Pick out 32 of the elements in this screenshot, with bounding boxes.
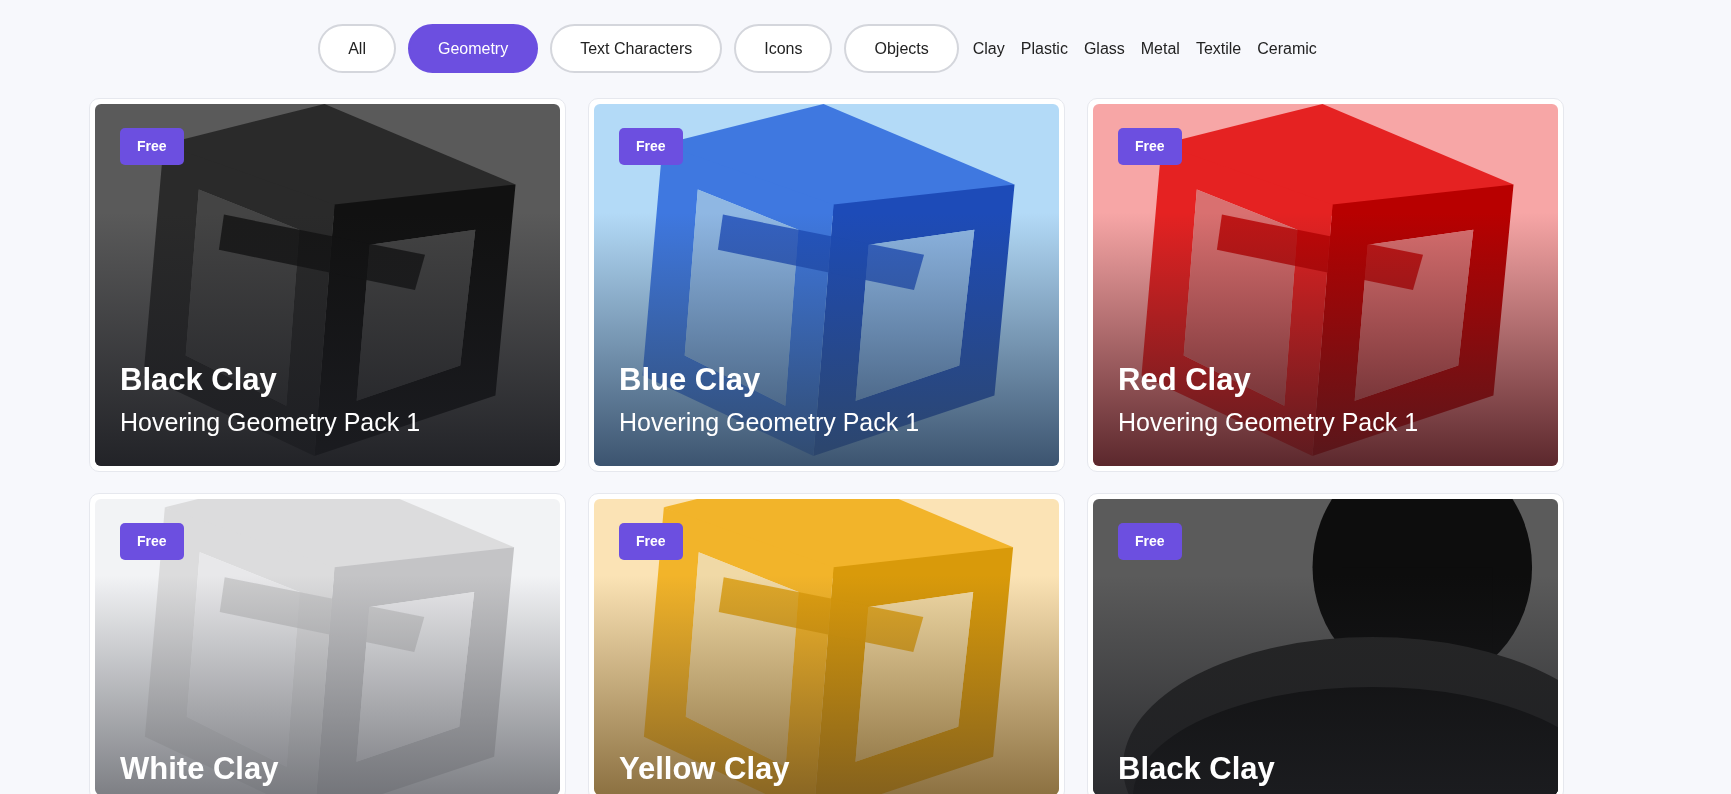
filter-link[interactable]: Clay <box>970 36 1007 61</box>
filter-pill[interactable]: Text Characters <box>550 24 723 73</box>
filter-link[interactable]: Metal <box>1138 36 1182 61</box>
free-badge: Free <box>1118 523 1182 560</box>
free-badge: Free <box>619 128 683 165</box>
free-badge: Free <box>619 523 683 560</box>
card-title: Yellow Clay <box>619 750 791 788</box>
card-title: Red Clay <box>1118 361 1252 399</box>
filter-link[interactable]: Textile <box>1193 36 1244 61</box>
filter-link[interactable]: Plastic <box>1018 36 1070 61</box>
card-title: Black Clay <box>120 361 278 399</box>
asset-card[interactable]: Free Black Clay <box>1087 493 1564 794</box>
card-subtitle: Hovering Geometry Pack 1 <box>619 407 921 438</box>
free-badge: Free <box>120 128 184 165</box>
card-title: White Clay <box>120 750 280 788</box>
asset-card[interactable]: Free Blue Clay Hovering Geometry Pack 1 <box>588 98 1065 472</box>
filter-pill[interactable]: Geometry <box>407 24 539 73</box>
card-subtitle: Hovering Geometry Pack 1 <box>1118 407 1420 438</box>
asset-card[interactable]: Free Red Clay Hovering Geometry Pack 1 <box>1087 98 1564 472</box>
filter-pill[interactable]: Objects <box>844 24 959 73</box>
asset-card[interactable]: Free White Clay <box>89 493 566 794</box>
asset-card[interactable]: Free Black Clay Hovering Geometry Pack 1 <box>89 98 566 472</box>
card-subtitle: Hovering Geometry Pack 1 <box>120 407 422 438</box>
filter-pill[interactable]: Icons <box>734 24 833 73</box>
card-title: Black Clay <box>1118 750 1276 788</box>
filter-link[interactable]: Ceramic <box>1255 36 1319 61</box>
asset-card[interactable]: Free Yellow Clay <box>588 493 1065 794</box>
filter-link[interactable]: Glass <box>1081 36 1127 61</box>
filter-pill[interactable]: All <box>318 24 396 73</box>
free-badge: Free <box>1118 128 1182 165</box>
free-badge: Free <box>120 523 184 560</box>
card-title: Blue Clay <box>619 361 762 399</box>
